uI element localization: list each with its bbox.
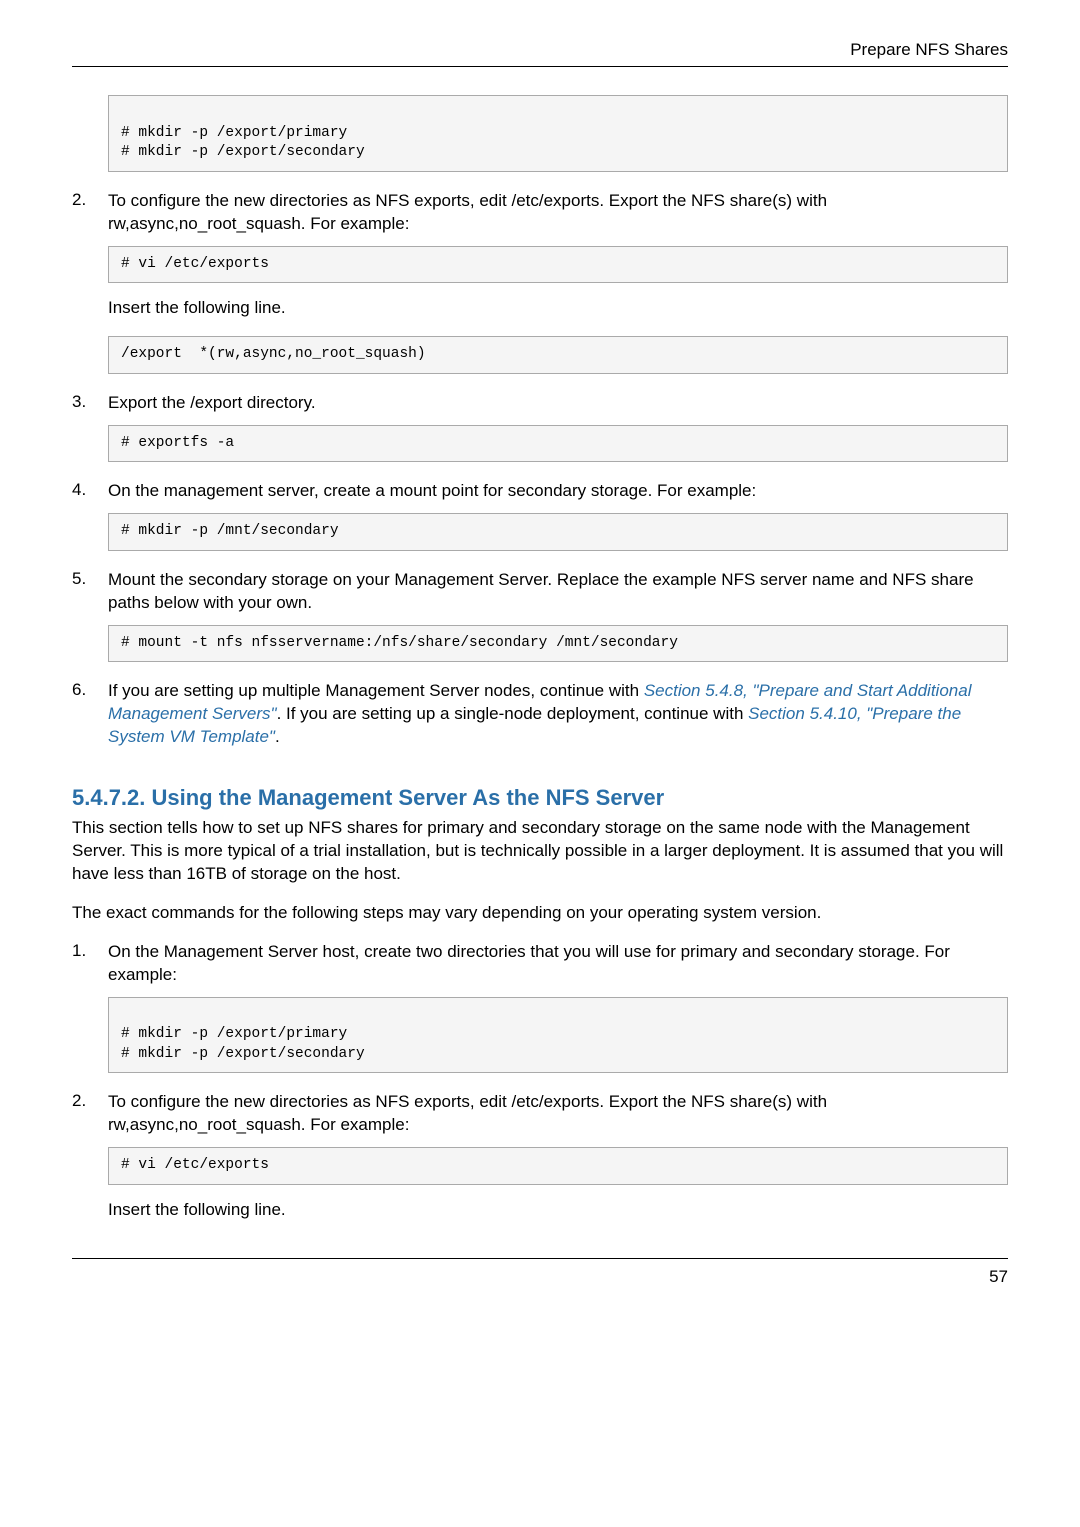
step-text: On the Management Server host, create tw… (108, 941, 1008, 987)
step-text: To configure the new directories as NFS … (108, 190, 1008, 236)
step-text: On the management server, create a mount… (108, 480, 1008, 503)
list-item: 2. To configure the new directories as N… (72, 1091, 1008, 1221)
code-block: /export *(rw,async,no_root_squash) (108, 336, 1008, 374)
text-span: If you are setting up multiple Managemen… (108, 681, 644, 700)
top-rule (72, 66, 1008, 67)
list-number: 2. (72, 190, 108, 210)
step-text: Export the /export directory. (108, 392, 1008, 415)
list-number: 6. (72, 680, 108, 700)
text-span: . If you are setting up a single-node de… (277, 704, 749, 723)
code-block: # exportfs -a (108, 425, 1008, 463)
step-text: To configure the new directories as NFS … (108, 1091, 1008, 1137)
step-text: If you are setting up multiple Managemen… (108, 680, 1008, 749)
step-text: Insert the following line. (108, 1199, 1008, 1222)
code-block: # vi /etc/exports (108, 1147, 1008, 1185)
list-number: 5. (72, 569, 108, 589)
running-title: Prepare NFS Shares (72, 40, 1008, 60)
list-number: 4. (72, 480, 108, 500)
step-text: Mount the secondary storage on your Mana… (108, 569, 1008, 615)
list-number: 3. (72, 392, 108, 412)
bottom-rule (72, 1258, 1008, 1259)
list-number: 2. (72, 1091, 108, 1111)
code-block: # mount -t nfs nfsservername:/nfs/share/… (108, 625, 1008, 663)
ordered-list-upper: # mkdir -p /export/primary # mkdir -p /e… (72, 95, 1008, 749)
code-block: # vi /etc/exports (108, 246, 1008, 284)
text-span: . (275, 727, 280, 746)
code-block: # mkdir -p /export/primary # mkdir -p /e… (108, 95, 1008, 172)
page-number: 57 (72, 1267, 1008, 1287)
page-container: Prepare NFS Shares # mkdir -p /export/pr… (0, 0, 1080, 1307)
list-item: 2. To configure the new directories as N… (72, 190, 1008, 374)
list-item: 4. On the management server, create a mo… (72, 480, 1008, 551)
list-item: 3. Export the /export directory. # expor… (72, 392, 1008, 463)
list-item: 6. If you are setting up multiple Manage… (72, 680, 1008, 749)
list-number: 1. (72, 941, 108, 961)
list-item: # mkdir -p /export/primary # mkdir -p /e… (72, 95, 1008, 172)
step-text: Insert the following line. (108, 297, 1008, 320)
code-block: # mkdir -p /export/primary # mkdir -p /e… (108, 997, 1008, 1074)
section-paragraph: The exact commands for the following ste… (72, 902, 1008, 925)
list-item: 5. Mount the secondary storage on your M… (72, 569, 1008, 662)
section-heading: 5.4.7.2. Using the Management Server As … (72, 785, 1008, 811)
ordered-list-lower: 1. On the Management Server host, create… (72, 941, 1008, 1222)
list-item: 1. On the Management Server host, create… (72, 941, 1008, 1074)
code-block: # mkdir -p /mnt/secondary (108, 513, 1008, 551)
section-paragraph: This section tells how to set up NFS sha… (72, 817, 1008, 886)
